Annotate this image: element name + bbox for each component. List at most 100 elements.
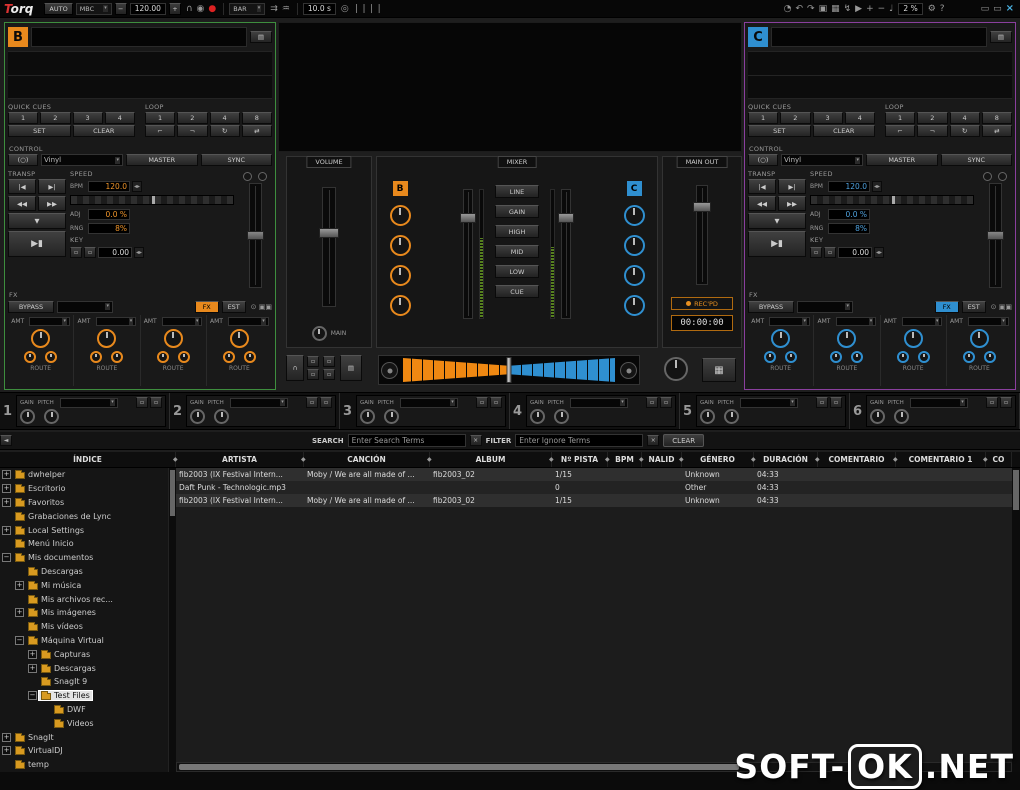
loop-length-button[interactable]: 8 xyxy=(981,112,1012,124)
column-header-9[interactable]: ◆ DURACIÓN xyxy=(751,452,818,467)
tree-toggle-icon[interactable]: + xyxy=(2,484,11,494)
channel-gain-knob[interactable] xyxy=(389,205,411,226)
tree-item[interactable]: Mis archivos rec... xyxy=(0,592,168,606)
fx-param2-knob[interactable] xyxy=(917,351,930,363)
loop-length-button[interactable]: 4 xyxy=(949,112,980,124)
fader-icon[interactable]: ♒ xyxy=(280,4,292,14)
adj-value[interactable]: 0.0 % xyxy=(828,208,870,220)
magnifier-icon[interactable]: ◎ xyxy=(339,4,351,14)
close-button[interactable]: × xyxy=(1004,3,1016,14)
tree-item[interactable]: + Escritorio xyxy=(0,482,168,496)
fx-select-dropdown[interactable]: ▾ xyxy=(769,316,810,326)
table-scrollbar-thumb[interactable] xyxy=(1013,470,1019,510)
fx-param1-knob[interactable] xyxy=(764,351,777,363)
play-pause-button[interactable]: ▶▮ xyxy=(8,231,66,257)
sample-select-dropdown[interactable]: ▾ xyxy=(229,397,288,408)
transport-button[interactable]: ▶▶ xyxy=(38,196,66,211)
tree-toggle-icon[interactable]: + xyxy=(15,580,24,590)
loop-control-button[interactable]: ↻ xyxy=(949,125,980,137)
fx-amount-knob[interactable] xyxy=(969,329,989,348)
fx-param2-knob[interactable] xyxy=(45,351,58,363)
transport-button[interactable]: ◀◀ xyxy=(748,196,776,211)
crossfader[interactable] xyxy=(378,355,640,385)
key-up-button[interactable]: ▫ xyxy=(84,246,96,258)
sampler-gain-knob[interactable] xyxy=(700,409,715,424)
note-icon[interactable]: ♩ xyxy=(887,4,895,14)
fx-amount-knob[interactable] xyxy=(903,329,923,348)
pitch-bend-plus-button[interactable] xyxy=(998,172,1007,181)
fx-routing-icons[interactable]: ⊙ ▣▣ xyxy=(251,303,272,311)
crossfader-handle[interactable] xyxy=(506,357,512,383)
loop-length-button[interactable]: 4 xyxy=(209,112,240,124)
maximize-button[interactable]: ▭ xyxy=(991,4,1004,14)
fx-chain-dropdown[interactable]: ▾ xyxy=(57,300,113,313)
tree-toggle-icon[interactable]: + xyxy=(2,497,11,507)
tree-toggle-icon[interactable]: + xyxy=(2,470,11,480)
loop-control-button[interactable]: ⌐ xyxy=(145,125,176,137)
column-header-10[interactable]: ◆ COMENTARIO xyxy=(815,452,896,467)
channel-mid-knob[interactable] xyxy=(623,265,645,286)
master-button[interactable]: MASTER xyxy=(866,154,938,166)
quick-cue-button[interactable]: 1 xyxy=(748,112,779,124)
sampler-gain-knob[interactable] xyxy=(360,409,375,424)
deck-options-button[interactable]: ▤ xyxy=(990,31,1012,43)
sampler-rec-button[interactable]: ▫ xyxy=(136,397,148,408)
tree-item[interactable]: Videos xyxy=(0,716,168,730)
phase-nudge-button[interactable]: (○) xyxy=(8,154,38,166)
quick-cue-button[interactable]: 3 xyxy=(72,112,103,124)
deck-overview-lanes[interactable] xyxy=(8,51,272,99)
mixer-high-button[interactable]: HIGH xyxy=(495,225,539,238)
search-clear-icon[interactable]: × xyxy=(469,435,482,446)
record-toggle-button[interactable]: REC'PD xyxy=(671,297,733,310)
horizontal-scrollbar-thumb[interactable] xyxy=(179,764,739,770)
pitch-fader-handle[interactable] xyxy=(246,231,264,241)
transport-button[interactable]: ▶| xyxy=(38,179,66,194)
filter-input[interactable]: Enter Ignore Terms xyxy=(515,434,644,447)
speed-slider[interactable] xyxy=(70,195,234,205)
pitch-bend-minus-button[interactable] xyxy=(983,172,992,181)
column-header-4[interactable]: ◆ ALBUM xyxy=(427,452,552,467)
sampler-rec-button[interactable]: ▫ xyxy=(646,397,658,408)
loop-control-button[interactable]: ↻ xyxy=(209,125,240,137)
plus-icon[interactable]: + xyxy=(864,4,876,14)
tree-item[interactable]: + Favoritos xyxy=(0,496,168,510)
fx-amount-knob[interactable] xyxy=(97,329,117,348)
fx-bypass-button[interactable]: BYPASS xyxy=(748,300,794,313)
main-waveform-display[interactable] xyxy=(278,22,742,152)
sampler-pitch-knob[interactable] xyxy=(554,409,569,424)
sampler-play-button[interactable]: ▫ xyxy=(490,397,502,408)
cue-clear-button[interactable]: CLEAR xyxy=(72,125,135,137)
record-button[interactable]: ● xyxy=(206,4,218,14)
tree-toggle-icon[interactable]: + xyxy=(2,525,11,535)
help-icon[interactable]: ? xyxy=(938,4,947,14)
fx-param1-knob[interactable] xyxy=(962,351,975,363)
sampler-play-button[interactable]: ▫ xyxy=(660,397,672,408)
sampler-play-button[interactable]: ▫ xyxy=(150,397,162,408)
master-tempo-value[interactable]: 120.00 xyxy=(129,2,166,15)
cue-mix-knob[interactable]: ◉ xyxy=(195,4,207,14)
channel-high-knob[interactable] xyxy=(623,235,645,256)
browser-back-button[interactable]: ◄ xyxy=(0,435,12,446)
tree-item[interactable]: + Mi música xyxy=(0,578,168,592)
column-header-6[interactable]: ◆ BPM xyxy=(605,452,642,467)
undo-icon[interactable]: ↶ xyxy=(793,4,805,14)
loop-control-button[interactable]: ⇄ xyxy=(241,125,272,137)
xfader-assign-c-button[interactable]: ▫ xyxy=(323,356,335,367)
tree-toggle-icon[interactable]: − xyxy=(15,635,24,645)
mbc-dropdown[interactable]: MBC ▾ xyxy=(75,2,112,15)
nudge-arrows-icon[interactable]: ⇉ xyxy=(268,4,280,14)
key-value[interactable]: 0.00 xyxy=(98,246,132,258)
mixer-gain-button[interactable]: GAIN xyxy=(495,205,539,218)
pitch-fader-handle[interactable] xyxy=(986,231,1004,241)
cue-button[interactable]: ▼ xyxy=(748,213,806,229)
sampler-pitch-knob[interactable] xyxy=(214,409,229,424)
clear-button[interactable]: CLEAR xyxy=(663,434,705,447)
transport-button[interactable]: ◀◀ xyxy=(8,196,36,211)
fx-param2-knob[interactable] xyxy=(851,351,864,363)
fx-param1-knob[interactable] xyxy=(90,351,103,363)
xfader-assign-b-button[interactable]: ▫ xyxy=(307,356,319,367)
table-row[interactable]: fib2003 (IX Festival Intern... Moby / We … xyxy=(176,494,1012,507)
fx-param1-knob[interactable] xyxy=(24,351,37,363)
sample-select-dropdown[interactable]: ▾ xyxy=(569,397,628,408)
column-header-5[interactable]: ◆ Nº PISTA xyxy=(549,452,608,467)
